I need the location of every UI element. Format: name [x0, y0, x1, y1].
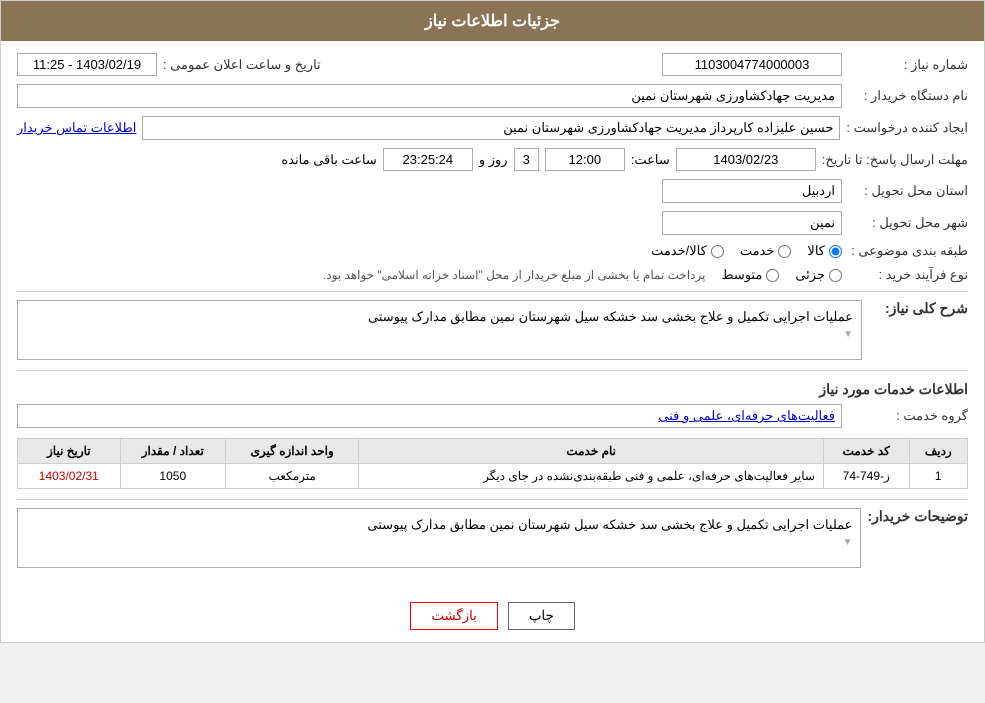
- announce-datetime-value: 1403/02/19 - 11:25: [17, 53, 157, 76]
- city-row: شهر محل تحویل : نمین: [17, 211, 968, 235]
- col-service-name: نام خدمت: [359, 439, 824, 464]
- col-unit: واحد اندازه گیری: [225, 439, 359, 464]
- footer-buttons: چاپ بازگشت: [1, 590, 984, 642]
- category-row: طبقه بندی موضوعی : کالا خدمت کالا/خدمت: [17, 243, 968, 259]
- deadline-time-value: 12:00: [545, 148, 625, 171]
- col-row-num: ردیف: [909, 439, 967, 464]
- service-group-value: فعالیت‌های حرفه‌ای، علمی و فنی: [17, 404, 842, 428]
- col-service-code: کد خدمت: [823, 439, 909, 464]
- buyer-description-value: عملیات اجرایی تکمیل و علاج بخشی سد خشکه …: [17, 508, 861, 568]
- divider-3: [17, 499, 968, 500]
- buyer-description-row: توضیحات خریدار: عملیات اجرایی تکمیل و عل…: [17, 508, 968, 568]
- table-header-row: ردیف کد خدمت نام خدمت واحد اندازه گیری ت…: [18, 439, 968, 464]
- back-button[interactable]: بازگشت: [410, 602, 498, 630]
- request-number-value: 1103004774000003: [662, 53, 842, 76]
- purchase-radio-motevaset[interactable]: [766, 269, 779, 282]
- deadline-date-value: 1403/02/23: [676, 148, 816, 171]
- requester-value: حسین علیزاده کارپرداز مدیریت جهادکشاورزی…: [142, 116, 840, 140]
- category-label-kala: کالا: [807, 243, 825, 259]
- purchase-label-motevaset: متوسط: [721, 267, 762, 283]
- contact-link[interactable]: اطلاعات تماس خریدار: [17, 120, 136, 136]
- purchase-option-motevaset: متوسط: [721, 267, 779, 283]
- cell-row-num: 1: [909, 464, 967, 489]
- days-value: 3: [514, 148, 539, 171]
- page-header: جزئیات اطلاعات نیاز: [1, 1, 984, 41]
- category-option-kala: کالا: [807, 243, 842, 259]
- purchase-note: پرداخت تمام یا بخشی از مبلغ خریدار از مح…: [323, 268, 706, 282]
- province-row: استان محل تحویل : اردبیل: [17, 179, 968, 203]
- cell-quantity: 1050: [120, 464, 225, 489]
- category-option-kala-khedmat: کالا/خدمت: [651, 243, 724, 259]
- services-table-section: ردیف کد خدمت نام خدمت واحد اندازه گیری ت…: [17, 438, 968, 489]
- province-label: استان محل تحویل :: [848, 183, 968, 199]
- need-description-value: عملیات اجرایی تکمیل و علاج بخشی سد خشکه …: [17, 300, 862, 360]
- deadline-row: مهلت ارسال پاسخ: تا تاریخ: 1403/02/23 سا…: [17, 148, 968, 171]
- category-radio-kala[interactable]: [829, 245, 842, 258]
- org-name-label: نام دستگاه خریدار :: [848, 88, 968, 104]
- col-quantity: تعداد / مقدار: [120, 439, 225, 464]
- content-area: شماره نیاز : 1103004774000003 تاریخ و سا…: [1, 41, 984, 590]
- purchase-label-jozee: جزئی: [795, 267, 825, 283]
- page-title: جزئیات اطلاعات نیاز: [425, 13, 560, 30]
- category-label-khedmat: خدمت: [740, 243, 775, 259]
- city-value: نمین: [662, 211, 842, 235]
- cell-service-code: ز-749-74: [823, 464, 909, 489]
- purchase-type-row: نوع فرآیند خرید : جزئی متوسط پرداخت تمام…: [17, 267, 968, 283]
- services-table: ردیف کد خدمت نام خدمت واحد اندازه گیری ت…: [17, 438, 968, 489]
- days-label: روز و: [479, 152, 508, 168]
- cell-service-name: سایر فعالیت‌های حرفه‌ای، علمی و فنی طبقه…: [359, 464, 824, 489]
- cell-date: 1403/02/31: [18, 464, 121, 489]
- services-info-title: اطلاعات خدمات مورد نیاز: [17, 381, 968, 398]
- category-option-khedmat: خدمت: [740, 243, 792, 259]
- request-number-label: شماره نیاز :: [848, 57, 968, 73]
- page-wrapper: جزئیات اطلاعات نیاز شماره نیاز : 1103004…: [0, 0, 985, 643]
- service-group-label: گروه خدمت :: [848, 408, 968, 424]
- purchase-option-jozee: جزئی: [795, 267, 842, 283]
- purchase-type-label: نوع فرآیند خرید :: [848, 267, 968, 283]
- remaining-time-value: 23:25:24: [383, 148, 473, 171]
- deadline-label: مهلت ارسال پاسخ: تا تاریخ:: [822, 152, 968, 168]
- time-label: ساعت:: [631, 152, 670, 168]
- category-label: طبقه بندی موضوعی :: [848, 243, 968, 259]
- purchase-radio-group: جزئی متوسط: [721, 267, 842, 283]
- category-radio-group: کالا خدمت کالا/خدمت: [651, 243, 842, 259]
- announce-datetime-label: تاریخ و ساعت اعلان عمومی :: [163, 57, 321, 73]
- remaining-label: ساعت باقی مانده: [281, 152, 376, 168]
- org-name-row: نام دستگاه خریدار : مدیریت جهادکشاورزی ش…: [17, 84, 968, 108]
- org-name-value: مدیریت جهادکشاورزی شهرستان نمین: [17, 84, 842, 108]
- request-number-row: شماره نیاز : 1103004774000003 تاریخ و سا…: [17, 53, 968, 76]
- city-label: شهر محل تحویل :: [848, 215, 968, 231]
- need-description-label: شرح کلی نیاز:: [868, 300, 968, 317]
- buyer-description-label: توضیحات خریدار:: [867, 508, 968, 525]
- col-date: تاریخ نیاز: [18, 439, 121, 464]
- need-description-row: شرح کلی نیاز: عملیات اجرایی تکمیل و علاج…: [17, 300, 968, 360]
- divider-1: [17, 291, 968, 292]
- purchase-radio-jozee[interactable]: [829, 269, 842, 282]
- cell-unit: مترمکعب: [225, 464, 359, 489]
- requester-label: ایجاد کننده درخواست :: [846, 120, 968, 136]
- service-group-row: گروه خدمت : فعالیت‌های حرفه‌ای، علمی و ف…: [17, 404, 968, 428]
- category-label-kala-khedmat: کالا/خدمت: [651, 243, 707, 259]
- print-button[interactable]: چاپ: [508, 602, 575, 630]
- requester-row: ایجاد کننده درخواست : حسین علیزاده کارپر…: [17, 116, 968, 140]
- category-radio-khedmat[interactable]: [778, 245, 791, 258]
- province-value: اردبیل: [662, 179, 842, 203]
- table-row: 1 ز-749-74 سایر فعالیت‌های حرفه‌ای، علمی…: [18, 464, 968, 489]
- divider-2: [17, 370, 968, 371]
- category-radio-kala-khedmat[interactable]: [711, 245, 724, 258]
